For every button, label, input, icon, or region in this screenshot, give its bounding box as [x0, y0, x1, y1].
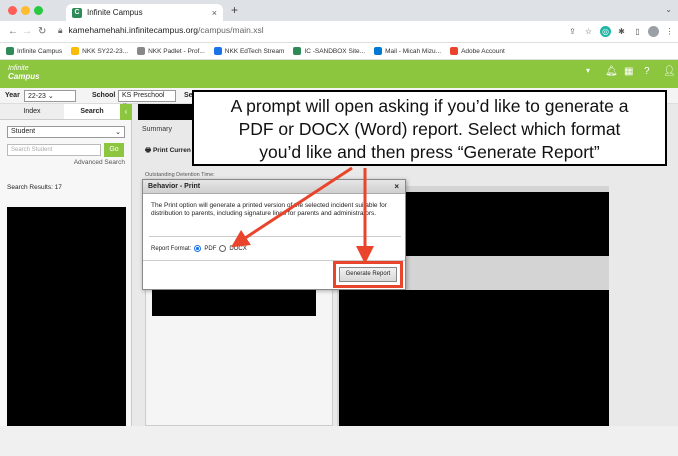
- tab-title: Infinite Campus: [87, 8, 143, 17]
- year-select[interactable]: 22-23 ⌄: [24, 90, 76, 102]
- go-button[interactable]: Go: [104, 143, 124, 157]
- share-icon[interactable]: ⇪: [567, 26, 578, 37]
- tab-index[interactable]: Index: [0, 104, 64, 120]
- report-format-label: Report Format:: [151, 245, 192, 252]
- docx-radio[interactable]: [219, 245, 227, 252]
- search-type-select[interactable]: Student ⌄: [7, 126, 125, 138]
- close-tab-icon[interactable]: ×: [212, 8, 217, 18]
- bookmark-item[interactable]: Mail - Micah Mizu...: [374, 47, 441, 55]
- app-header: Infinite Campus ▾ 🔔︎ ▦ ? 👤︎: [0, 60, 678, 88]
- school-select[interactable]: KS Preschool ⌄: [118, 90, 176, 107]
- bookmark-item[interactable]: NKK SY22-23...: [71, 47, 128, 55]
- notifications-bell-icon[interactable]: 🔔︎: [605, 66, 618, 77]
- bookmark-icon: [293, 47, 302, 55]
- infinite-campus-logo[interactable]: Infinite Campus: [8, 65, 40, 81]
- dialog-title-bar: Behavior - Print ×: [143, 180, 405, 194]
- dialog-description: The Print option will generate a printed…: [151, 202, 387, 217]
- chevron-down-icon: ⌄: [115, 129, 121, 136]
- bookmark-item[interactable]: Adobe Account: [450, 47, 505, 55]
- extension-icon[interactable]: ◎: [600, 26, 611, 37]
- callout-line: A prompt will open asking if you’d like …: [230, 96, 629, 116]
- extensions-puzzle-icon[interactable]: ✱: [616, 26, 627, 37]
- tab-search-chevron-icon[interactable]: ⌄: [665, 5, 672, 14]
- reload-icon[interactable]: ↻: [38, 26, 46, 37]
- close-icon[interactable]: ×: [394, 180, 399, 194]
- minimize-window-icon[interactable]: [21, 6, 30, 15]
- pdf-option-label[interactable]: PDF: [204, 246, 216, 252]
- redacted-detail-block: [339, 290, 609, 426]
- pdf-radio[interactable]: [194, 245, 202, 252]
- collapse-sidebar-icon[interactable]: ‹: [120, 104, 132, 120]
- docx-option-label[interactable]: DOCX: [229, 246, 246, 252]
- url-path: /campus/main.xsl: [198, 25, 264, 35]
- callout-line: you’d like and then press “Generate Repo…: [259, 142, 600, 162]
- url-field[interactable]: 🔒︎ kamehamehahi.infinitecampus.org/campus…: [58, 25, 264, 36]
- bookmark-icon: [6, 47, 14, 55]
- report-format-group: Report Format: PDF DOCX: [151, 245, 247, 252]
- browser-tab[interactable]: C Infinite Campus ×: [66, 4, 223, 21]
- profile-avatar[interactable]: [648, 26, 659, 37]
- detention-caption: Outstanding Detention Time:: [145, 172, 215, 178]
- side-panel-icon[interactable]: ▯: [632, 26, 643, 37]
- search-results-count: Search Results: 17: [7, 184, 62, 191]
- dialog-title: Behavior - Print: [148, 183, 201, 190]
- close-window-icon[interactable]: [8, 6, 17, 15]
- bookmark-icon: [71, 47, 80, 55]
- redacted-header-block: [138, 104, 194, 120]
- maximize-window-icon[interactable]: [34, 6, 43, 15]
- browser-menu-icon[interactable]: ⋮: [664, 26, 675, 37]
- bookmark-item[interactable]: Infinite Campus: [6, 47, 62, 55]
- infinite-campus-favicon-icon: C: [72, 7, 82, 18]
- printer-icon: 🖶︎: [145, 147, 152, 154]
- year-label: Year: [5, 92, 20, 99]
- bookmark-item[interactable]: NKK EdTech Stream: [213, 47, 284, 55]
- instruction-callout: A prompt will open asking if you’d like …: [192, 90, 667, 166]
- divider: [149, 236, 401, 237]
- address-bar: ← → ↻ 🔒︎ kamehamehahi.infinitecampus.org/…: [0, 21, 678, 43]
- search-input[interactable]: Search Student: [7, 144, 101, 156]
- page-footer: [0, 426, 678, 456]
- bookmark-icon: [213, 47, 222, 55]
- bookmark-icon: [450, 47, 459, 55]
- new-tab-icon[interactable]: +: [231, 3, 238, 17]
- bookmark-icon: [374, 47, 383, 55]
- app-grid-icon[interactable]: ▦: [624, 66, 633, 77]
- lock-icon: 🔒︎: [58, 25, 63, 35]
- user-icon[interactable]: 👤︎: [663, 66, 676, 77]
- collapse-icon[interactable]: ▾: [586, 66, 590, 75]
- back-icon[interactable]: ←: [8, 26, 18, 37]
- advanced-search-link[interactable]: Advanced Search: [74, 159, 125, 166]
- redacted-results-list: [7, 207, 126, 429]
- callout-line: PDF or DOCX (Word) report. Select which …: [238, 119, 621, 139]
- search-sidebar: Index Search ‹ Student ⌄ Search Student G…: [0, 104, 132, 456]
- help-icon[interactable]: ?: [644, 66, 650, 77]
- bookmarks-bar: Infinite Campus NKK SY22-23... NKK Padle…: [0, 43, 678, 60]
- generate-button-highlight: [333, 261, 403, 288]
- bookmark-icon: [137, 47, 146, 55]
- bookmark-item[interactable]: NKK Padlet - Prof...: [137, 47, 205, 55]
- school-label: School: [92, 92, 116, 99]
- bookmark-item[interactable]: IC -SANDBOX Site...: [293, 47, 365, 55]
- bookmark-star-icon[interactable]: ☆: [583, 26, 594, 37]
- tab-summary[interactable]: Summary: [142, 126, 172, 133]
- browser-tab-bar: C Infinite Campus × + ⌄: [0, 0, 678, 21]
- forward-icon[interactable]: →: [22, 26, 32, 37]
- print-current-button[interactable]: 🖶︎ Print Curren: [145, 146, 191, 157]
- url-host: kamehamehahi.infinitecampus.org: [68, 25, 198, 35]
- tab-search[interactable]: Search: [64, 104, 120, 120]
